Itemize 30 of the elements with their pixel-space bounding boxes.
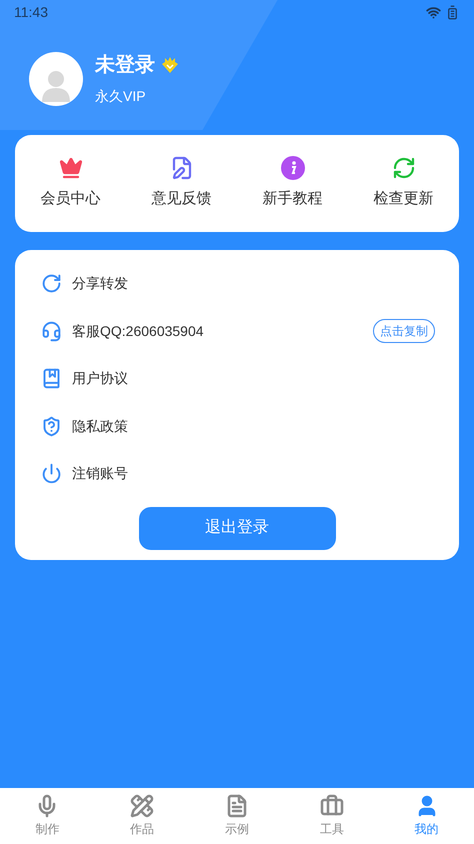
quick-action[interactable]: 意见反馈: [126, 156, 237, 211]
quick-action[interactable]: 新手教程: [237, 156, 348, 211]
nav-tab[interactable]: 作品: [94, 788, 190, 844]
battery-icon: [445, 4, 460, 20]
username: 未登录: [95, 53, 155, 78]
headset-icon: [41, 320, 62, 342]
menu-item[interactable]: 用户协议: [72, 368, 128, 390]
nav-tab[interactable]: 示例: [190, 788, 284, 844]
quick-action[interactable]: 会员中心: [15, 156, 126, 211]
wifi-icon: [426, 4, 441, 20]
shield-icon: [41, 416, 62, 437]
share-icon: [41, 273, 62, 294]
info-icon: [280, 156, 304, 180]
menu-item[interactable]: 客服QQ:2606035904: [72, 320, 204, 342]
vip-diamond-icon: [161, 56, 179, 74]
menu-item[interactable]: 注销账号: [72, 463, 128, 484]
menu-item[interactable]: 分享转发: [72, 273, 128, 294]
pencil-ruler-icon: [130, 794, 154, 818]
quick-action[interactable]: 检查更新: [348, 156, 459, 211]
power-icon: [41, 463, 62, 484]
nav-tab[interactable]: 我的: [379, 788, 474, 844]
avatar[interactable]: [29, 52, 83, 106]
refresh-icon: [392, 156, 416, 180]
status-time: 11:43: [14, 2, 48, 22]
menu-item[interactable]: 隐私政策: [72, 416, 128, 437]
crown-icon: [58, 156, 82, 180]
nav-tab[interactable]: 制作: [0, 788, 95, 844]
book-icon: [41, 368, 62, 390]
briefcase-icon: [320, 794, 344, 818]
membership-label: 永久VIP: [95, 87, 147, 106]
